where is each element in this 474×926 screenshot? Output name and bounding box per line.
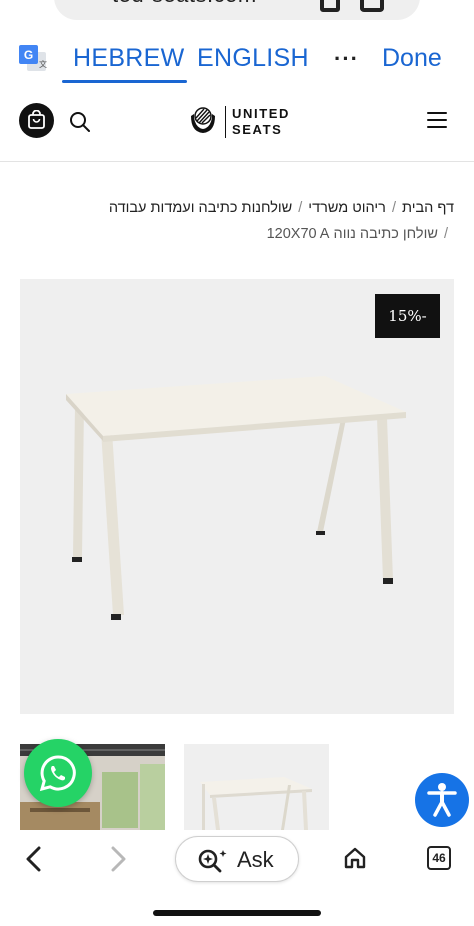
product-thumbnail-2[interactable]	[184, 744, 329, 830]
breadcrumb-row: דף הבית / ריהוט משרדי / שולחנות כתיבה ועמדות…	[24, 200, 454, 216]
search-icon[interactable]	[68, 110, 92, 134]
active-tab-indicator	[62, 80, 187, 83]
breadcrumb: דף הבית / ריהוט משרדי / שולחנות כתיבה ועמדות…	[24, 200, 454, 242]
accessibility-icon	[427, 783, 457, 817]
breadcrumb-separator: /	[391, 200, 396, 216]
breadcrumb-home[interactable]: דף הבית	[402, 200, 454, 216]
breadcrumb-current: שולחן כתיבה נווה 120X70 A	[266, 226, 438, 242]
shopping-bag-icon	[28, 110, 45, 129]
tab-count-button[interactable]: 46	[427, 846, 451, 870]
home-icon[interactable]	[343, 846, 367, 870]
whatsapp-icon	[39, 755, 76, 792]
discount-badge: 15%-	[375, 294, 440, 338]
tab-target-language[interactable]: ENGLISH	[197, 44, 309, 73]
sparkle-search-icon	[198, 849, 227, 873]
site-logo[interactable]: UNITED SEATS	[188, 104, 298, 140]
logo-mark	[191, 107, 215, 133]
breadcrumb-separator: /	[443, 226, 448, 242]
chevron-left-icon[interactable]	[24, 846, 44, 872]
whatsapp-button[interactable]	[24, 739, 92, 807]
breadcrumb-office-furniture[interactable]: ריהוט משרדי	[308, 200, 386, 216]
chevron-right-icon[interactable]	[108, 846, 128, 872]
cart-button[interactable]	[19, 103, 54, 138]
breadcrumb-separator: /	[298, 200, 303, 216]
browser-bottom-toolbar: Ask 46	[0, 830, 474, 926]
breadcrumb-desks[interactable]: שולחנות כתיבה ועמדות עבודה	[109, 200, 292, 216]
tab-source-language[interactable]: HEBREW	[73, 44, 185, 73]
translate-bar: G 文 HEBREW ENGLISH ··· Done	[0, 32, 474, 88]
hamburger-menu-icon[interactable]	[427, 112, 447, 130]
ask-label: Ask	[237, 847, 274, 872]
site-header: UNITED SEATS	[0, 92, 474, 162]
home-indicator	[153, 910, 321, 916]
done-button[interactable]: Done	[382, 44, 442, 73]
desk-thumbnail	[184, 744, 329, 830]
breadcrumb-current-row: / שולחן כתיבה נווה 120X70 A	[24, 226, 454, 242]
svg-text:G: G	[24, 48, 33, 62]
address-bar[interactable]: ted-seats.com	[54, 0, 420, 20]
desk-illustration	[66, 376, 406, 620]
svg-text:文: 文	[39, 59, 47, 69]
url-text[interactable]: ted-seats.com	[112, 0, 257, 8]
logo-divider	[225, 106, 226, 138]
bookmark-icon[interactable]	[320, 0, 340, 12]
share-icon[interactable]	[360, 0, 384, 12]
accessibility-button[interactable]	[415, 773, 469, 827]
logo-text-seats: SEATS	[232, 122, 283, 137]
more-options-button[interactable]: ···	[334, 46, 359, 72]
product-main-image[interactable]: 15%-	[20, 279, 454, 714]
ask-button[interactable]: Ask	[175, 836, 299, 882]
logo-text-united: UNITED	[232, 106, 290, 121]
google-translate-icon: G 文	[19, 45, 47, 71]
